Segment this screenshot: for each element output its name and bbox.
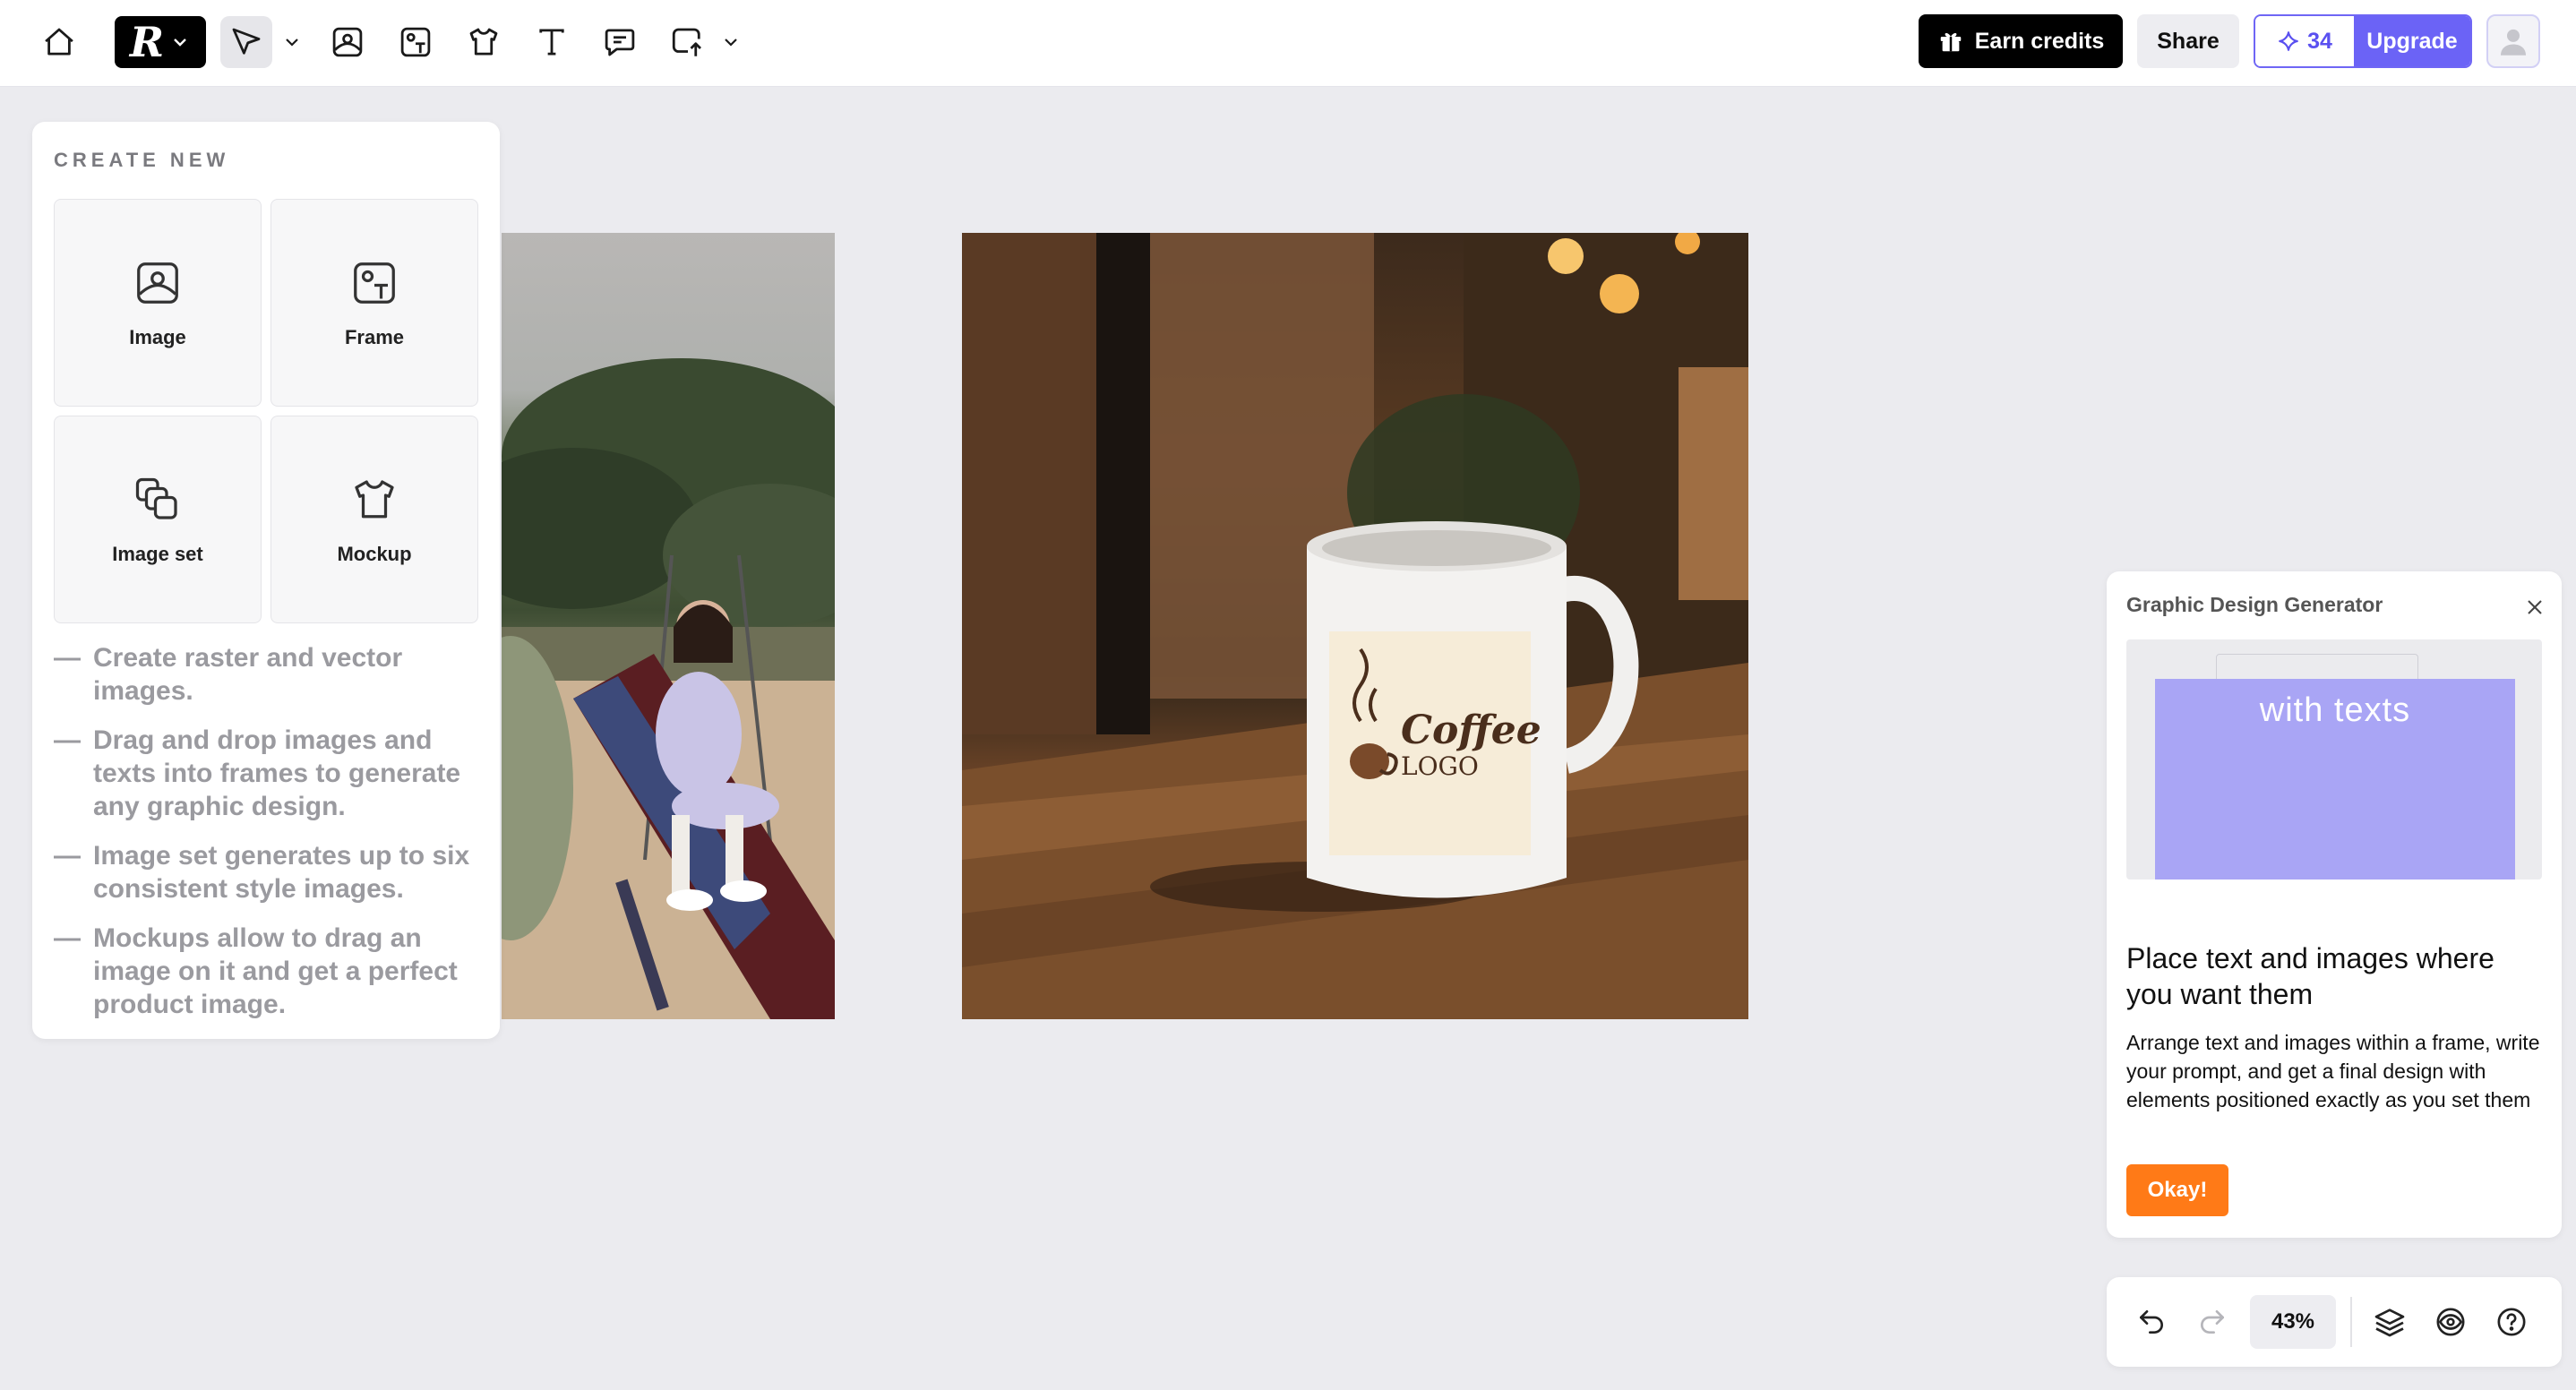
info-card-title: Graphic Design Generator bbox=[2126, 593, 2383, 616]
create-image-label: Image bbox=[129, 326, 186, 348]
layers-button[interactable] bbox=[2370, 1302, 2409, 1342]
redo-icon bbox=[2201, 1310, 2224, 1334]
close-icon bbox=[2528, 600, 2542, 614]
note-dash: — bbox=[54, 841, 81, 871]
mug-logo-subtitle: LOGO bbox=[1401, 751, 1479, 781]
brand-logo: R bbox=[129, 18, 164, 66]
comment-tool-button[interactable] bbox=[598, 16, 641, 68]
note-dash: — bbox=[54, 643, 81, 673]
home-button[interactable] bbox=[39, 16, 79, 68]
note-item: — Create raster and vector images. bbox=[54, 641, 484, 708]
create-image-set-label: Image set bbox=[112, 543, 203, 565]
credits-counter[interactable]: 34 bbox=[2255, 16, 2354, 66]
coffee-mug-illustration: Coffee LOGO bbox=[962, 233, 1748, 1019]
frame-icon bbox=[354, 262, 395, 304]
earn-credits-label: Earn credits bbox=[1974, 28, 2105, 54]
girl-on-slide-illustration bbox=[502, 358, 835, 1019]
select-cursor-icon bbox=[232, 28, 261, 55]
user-icon bbox=[2501, 29, 2526, 56]
layers-icon bbox=[2374, 1308, 2405, 1337]
mug-logo-title: Coffee bbox=[1401, 708, 1541, 753]
earn-credits-button[interactable]: Earn credits bbox=[1919, 14, 2123, 68]
mockup-icon bbox=[355, 480, 394, 519]
note-dash: — bbox=[54, 923, 81, 953]
note-text: Create raster and vector images. bbox=[93, 643, 403, 706]
image-icon bbox=[137, 262, 178, 304]
note-text: Mockups allow to drag an image on it and… bbox=[93, 923, 458, 1019]
credits-group: 34 Upgrade bbox=[2254, 14, 2472, 68]
avatar[interactable] bbox=[2486, 14, 2540, 68]
select-tool-button[interactable] bbox=[220, 16, 272, 68]
comment-icon bbox=[605, 29, 635, 56]
credits-count: 34 bbox=[2307, 28, 2332, 54]
visibility-button[interactable] bbox=[2431, 1302, 2470, 1342]
chevron-down-icon bbox=[169, 31, 191, 53]
sparkle-icon bbox=[2279, 31, 2298, 51]
note-dash: — bbox=[54, 725, 81, 755]
mockup-tool-button[interactable] bbox=[462, 16, 505, 68]
zoom-level[interactable]: 43% bbox=[2250, 1295, 2336, 1349]
note-item: — Mockups allow to drag an image on it a… bbox=[54, 922, 484, 1021]
canvas-image-coffee-mug[interactable]: Coffee LOGO bbox=[962, 233, 1748, 1019]
visibility-icon bbox=[2436, 1308, 2465, 1336]
upload-tool-button[interactable] bbox=[666, 16, 709, 68]
create-frame-card[interactable]: Frame bbox=[270, 199, 478, 407]
select-tool-dropdown[interactable] bbox=[279, 16, 305, 68]
help-icon bbox=[2497, 1308, 2526, 1336]
image-tool-button[interactable] bbox=[326, 16, 369, 68]
undo-icon bbox=[2140, 1310, 2163, 1334]
toolbar-divider bbox=[2350, 1297, 2352, 1347]
okay-button[interactable]: Okay! bbox=[2126, 1164, 2228, 1216]
create-notes-list: — Create raster and vector images. — Dra… bbox=[54, 641, 484, 1037]
note-text: Image set generates up to six consistent… bbox=[93, 841, 470, 904]
info-card-body: Arrange text and images within a frame, … bbox=[2126, 1031, 2540, 1111]
create-image-set-card[interactable]: Image set bbox=[54, 416, 262, 623]
note-item: — Drag and drop images and texts into fr… bbox=[54, 724, 484, 823]
share-button[interactable]: Share bbox=[2137, 14, 2239, 68]
upload-icon bbox=[672, 28, 701, 56]
bottom-toolbar: 43% bbox=[2107, 1277, 2562, 1367]
mockup-icon bbox=[469, 28, 498, 56]
create-frame-label: Frame bbox=[344, 326, 405, 348]
note-item: — Image set generates up to six consiste… bbox=[54, 839, 484, 905]
preview-text: with texts bbox=[2259, 691, 2411, 729]
upgrade-button[interactable]: Upgrade bbox=[2354, 16, 2470, 66]
close-button[interactable] bbox=[2522, 595, 2547, 620]
create-image-card[interactable]: Image bbox=[54, 199, 262, 407]
frame-tool-button[interactable] bbox=[394, 16, 437, 68]
gift-icon bbox=[1940, 32, 1961, 52]
note-text: Drag and drop images and texts into fram… bbox=[93, 725, 461, 821]
create-new-panel: CREATE NEW Image Frame Image set Mockup … bbox=[32, 122, 500, 1039]
chevron-down-icon bbox=[286, 39, 298, 47]
create-mockup-card[interactable]: Mockup bbox=[270, 416, 478, 623]
info-card-heading: Place text and images where you want the… bbox=[2126, 942, 2494, 1010]
redo-button[interactable] bbox=[2193, 1302, 2232, 1342]
chevron-down-icon bbox=[725, 39, 737, 47]
image-icon bbox=[332, 27, 363, 57]
graphic-design-generator-card: Graphic Design Generator with texts Plac… bbox=[2107, 571, 2562, 1238]
create-new-title: CREATE NEW bbox=[54, 149, 230, 171]
frame-icon bbox=[400, 27, 431, 57]
text-icon bbox=[539, 29, 564, 56]
create-mockup-label: Mockup bbox=[337, 543, 412, 565]
home-icon bbox=[45, 28, 73, 56]
image-set-icon bbox=[135, 477, 177, 519]
text-tool-button[interactable] bbox=[530, 16, 573, 68]
brand-menu-button[interactable]: R bbox=[115, 16, 206, 68]
help-button[interactable] bbox=[2492, 1302, 2531, 1342]
upload-tool-dropdown[interactable] bbox=[718, 16, 743, 68]
undo-button[interactable] bbox=[2132, 1302, 2171, 1342]
canvas-image-girl-on-slide[interactable] bbox=[502, 233, 835, 1019]
top-toolbar: R Earn credits Share 34 Upgrade bbox=[0, 0, 2576, 87]
info-preview-animation: with texts bbox=[2126, 639, 2542, 879]
